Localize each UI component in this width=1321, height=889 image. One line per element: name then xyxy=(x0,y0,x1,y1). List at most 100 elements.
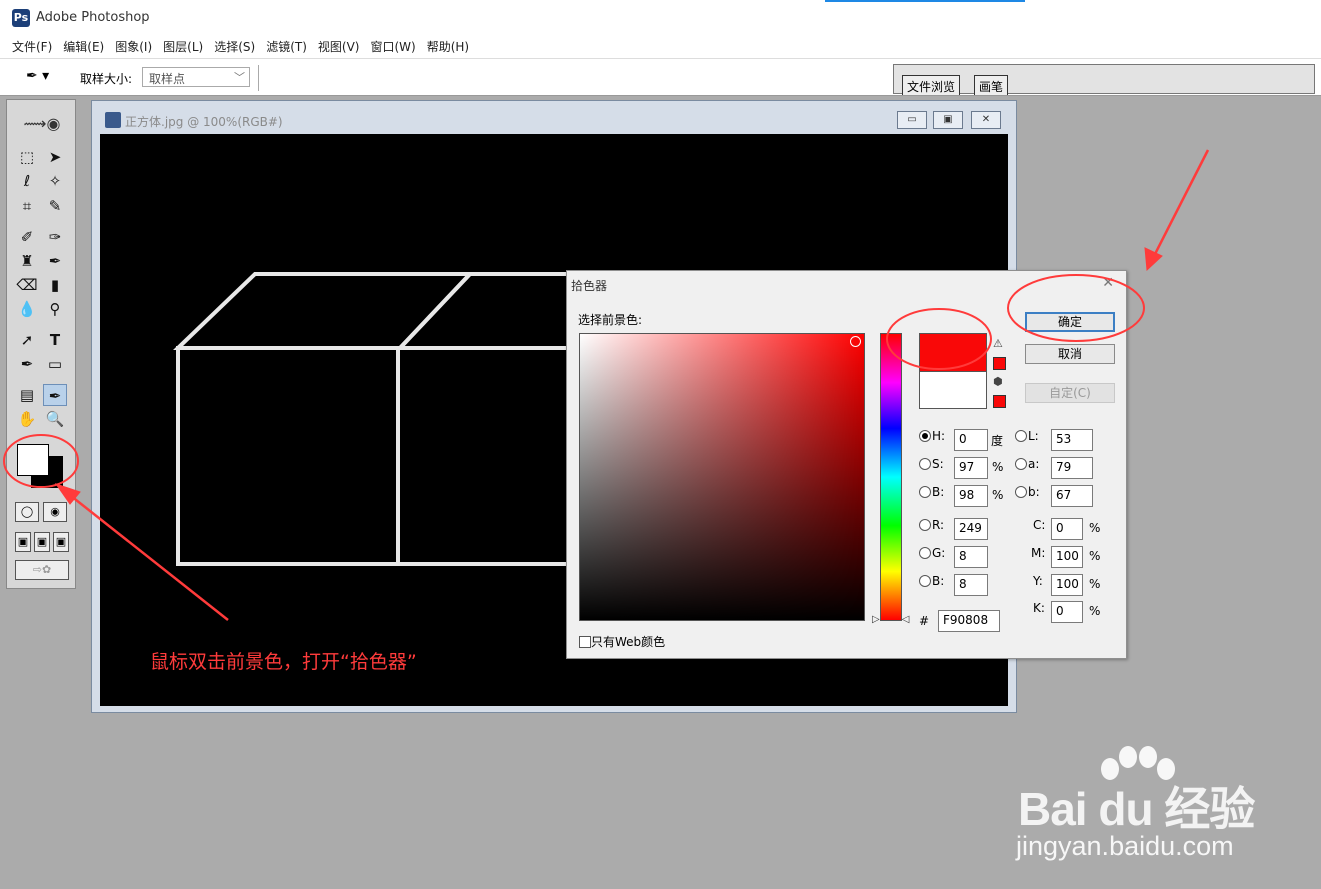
lab-b-input[interactable]: 67 xyxy=(1051,485,1093,507)
screen-mode-standard-icon[interactable]: ▣ xyxy=(15,532,31,552)
gradient-tool-icon[interactable]: ▮ xyxy=(43,274,67,296)
tab-file-browser[interactable]: 文件浏览 xyxy=(902,75,961,95)
brightness-radio[interactable] xyxy=(919,486,931,498)
red-radio[interactable] xyxy=(919,519,931,531)
cancel-button[interactable]: 取消 xyxy=(1025,344,1115,364)
jump-to-imageready-icon[interactable]: ⇨✿ xyxy=(15,560,69,580)
pen-tool-icon[interactable]: ✒ xyxy=(15,353,39,375)
menu-filter[interactable]: 滤镜(T) xyxy=(262,34,311,58)
crop-tool-icon[interactable]: ⌗ xyxy=(15,195,39,217)
sample-size-select[interactable]: 取样点 ﹀ xyxy=(142,67,250,87)
type-tool-icon[interactable]: T xyxy=(43,329,67,351)
eyedropper-icon[interactable]: ✒ ▾ xyxy=(26,68,49,84)
screen-mode-menu-icon[interactable]: ▣ xyxy=(34,532,50,552)
saturation-brightness-field[interactable] xyxy=(579,333,865,621)
watermark-url: jingyan.baidu.com xyxy=(1016,831,1234,861)
checkbox-icon[interactable] xyxy=(579,636,591,648)
hand-tool-icon[interactable]: ✋ xyxy=(15,408,39,430)
menu-help[interactable]: 帮助(H) xyxy=(423,34,473,58)
notes-tool-icon[interactable]: ▤ xyxy=(15,384,39,406)
screen-mode-full-icon[interactable]: ▣ xyxy=(53,532,69,552)
zoom-tool-icon[interactable]: 🔍 xyxy=(43,408,67,430)
hex-input[interactable]: F90808 xyxy=(938,610,1000,632)
toolbox-header-icon[interactable]: ⟿◉ xyxy=(11,114,73,140)
saturation-input[interactable]: 97 xyxy=(954,457,988,479)
lab-l-radio[interactable] xyxy=(1015,430,1027,442)
tab-brushes[interactable]: 画笔 xyxy=(974,75,1009,95)
custom-button[interactable]: 自定(C) xyxy=(1025,383,1115,403)
red-input[interactable]: 249 xyxy=(954,518,988,540)
lab-l-input[interactable]: 53 xyxy=(1051,429,1093,451)
menu-file[interactable]: 文件(F) xyxy=(8,34,56,58)
black-field: K: 0 % xyxy=(1033,601,1103,623)
hue-radio[interactable] xyxy=(919,430,931,442)
slice-tool-icon[interactable]: ✎ xyxy=(43,195,67,217)
history-brush-tool-icon[interactable]: ✒ xyxy=(43,250,67,272)
toolbox: ⟿◉ ⬚ ➤ ℓ ✧ ⌗ ✎ ✐ ✑ ♜ ✒ ⌫ ▮ 💧 ⚲ ➚ T ✒ ▭ ▤… xyxy=(6,99,76,589)
brush-tool-icon[interactable]: ✑ xyxy=(43,226,67,248)
options-bar: ✒ ▾ 取样大小: 取样点 ﹀ 文件浏览 画笔 xyxy=(0,58,1321,96)
shape-tool-icon[interactable]: ▭ xyxy=(43,353,67,375)
cube-front-left xyxy=(176,346,400,566)
menu-edit[interactable]: 编辑(E) xyxy=(59,34,108,58)
photoshop-logo-icon: Ps xyxy=(12,9,30,27)
green-input[interactable]: 8 xyxy=(954,546,988,568)
lab-a-input[interactable]: 79 xyxy=(1051,457,1093,479)
saturation-radio[interactable] xyxy=(919,458,931,470)
eyedropper-tool-icon[interactable]: ✒ xyxy=(43,384,67,406)
green-radio[interactable] xyxy=(919,547,931,559)
hue-input[interactable]: 0 xyxy=(954,429,988,451)
standard-mode-icon[interactable]: ◯ xyxy=(15,502,39,522)
clone-stamp-tool-icon[interactable]: ♜ xyxy=(15,250,39,272)
app-title: Adobe Photoshop xyxy=(36,10,150,25)
hue-field: H: 0 度 xyxy=(919,429,1009,451)
eraser-tool-icon[interactable]: ⌫ xyxy=(15,274,39,296)
move-tool-icon[interactable]: ➤ xyxy=(43,146,67,168)
magic-wand-tool-icon[interactable]: ✧ xyxy=(43,170,67,192)
close-button[interactable]: ✕ xyxy=(971,111,1001,129)
path-selection-tool-icon[interactable]: ➚ xyxy=(15,329,39,351)
menu-window[interactable]: 窗口(W) xyxy=(366,34,419,58)
menu-layer[interactable]: 图层(L) xyxy=(159,34,207,58)
blue-radio[interactable] xyxy=(919,575,931,587)
magenta-input[interactable]: 100 xyxy=(1051,546,1083,568)
dodge-tool-icon[interactable]: ⚲ xyxy=(43,298,67,320)
web-colors-only-checkbox[interactable]: 只有Web颜色 xyxy=(579,633,665,650)
hue-unit: 度 xyxy=(991,434,1004,448)
menu-view[interactable]: 视图(V) xyxy=(314,34,364,58)
lasso-tool-icon[interactable]: ℓ xyxy=(15,170,39,192)
black-unit: % xyxy=(1089,604,1101,618)
blue-input[interactable]: 8 xyxy=(954,574,988,596)
brightness-input[interactable]: 98 xyxy=(954,485,988,507)
lab-b-radio[interactable] xyxy=(1015,486,1027,498)
blue-field: B: 8 xyxy=(919,574,999,596)
cyan-field: C: 0 % xyxy=(1033,518,1103,540)
cyan-input[interactable]: 0 xyxy=(1051,518,1083,540)
color-cursor[interactable] xyxy=(850,336,861,347)
web-safe-swatch[interactable] xyxy=(993,395,1006,408)
foreground-color-swatch[interactable] xyxy=(17,444,49,476)
ok-button[interactable]: 确定 xyxy=(1025,312,1115,332)
menu-select[interactable]: 选择(S) xyxy=(210,34,259,58)
lab-a-radio[interactable] xyxy=(1015,458,1027,470)
quick-mask-mode-icon[interactable]: ◉ xyxy=(43,502,67,522)
hue-slider[interactable] xyxy=(880,333,902,621)
minimize-button[interactable]: ▭ xyxy=(897,111,927,129)
marquee-tool-icon[interactable]: ⬚ xyxy=(15,146,39,168)
arrow-to-ok xyxy=(1151,149,1210,259)
brightness-unit: % xyxy=(992,488,1004,502)
current-color-swatch[interactable] xyxy=(919,371,987,409)
gamut-correction-swatch[interactable] xyxy=(993,357,1006,370)
healing-brush-tool-icon[interactable]: ✐ xyxy=(15,226,39,248)
cube-top-right xyxy=(398,272,570,350)
divider xyxy=(258,65,259,91)
hex-label: # xyxy=(919,614,930,628)
menu-image[interactable]: 图象(I) xyxy=(111,34,156,58)
close-icon[interactable]: ✕ xyxy=(1102,275,1114,291)
green-field: G: 8 xyxy=(919,546,999,568)
black-input[interactable]: 0 xyxy=(1051,601,1083,623)
blur-tool-icon[interactable]: 💧 xyxy=(15,298,39,320)
yellow-input[interactable]: 100 xyxy=(1051,574,1083,596)
saturation-field: S: 97 % xyxy=(919,457,1009,479)
restore-button[interactable]: ▣ xyxy=(933,111,963,129)
